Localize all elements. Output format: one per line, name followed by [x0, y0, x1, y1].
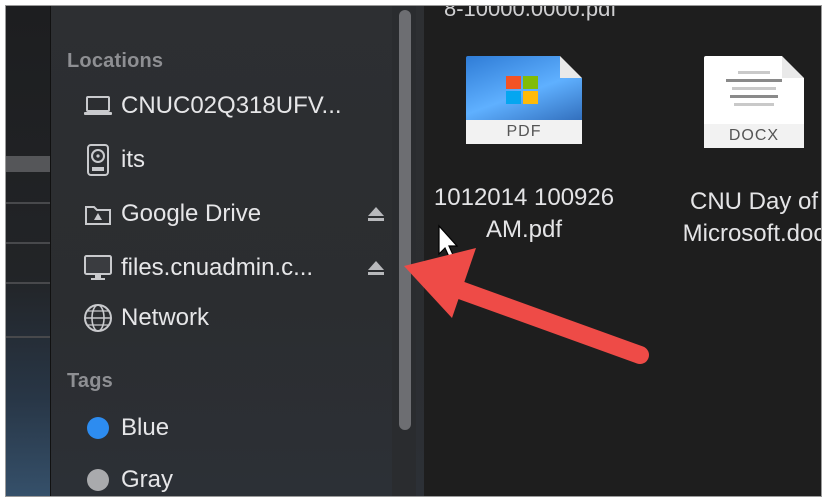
blue-tag-dot [87, 417, 109, 439]
internal-disk-icon [83, 144, 113, 176]
eject-google-drive-button[interactable] [367, 205, 385, 223]
laptop-icon [83, 91, 113, 121]
sidebar-item-label: CNUC02Q318UFV... [121, 92, 342, 119]
sidebar-item-files-server[interactable]: files.cnuadmin.c... [83, 250, 383, 286]
finder-sidebar: Locations CNUC02Q318UFV... its Google Dr… [51, 6, 424, 496]
sidebar-item-label: Network [121, 304, 210, 331]
sidebar-item-google-drive[interactable]: Google Drive [83, 196, 383, 232]
sidebar-scrollbar-thumb[interactable] [399, 10, 411, 430]
sidebar-tag-blue[interactable]: Blue [83, 410, 383, 446]
network-server-icon [83, 253, 113, 283]
locations-header: Locations [67, 50, 164, 72]
file-item-pdf[interactable]: PDF 1012014 100926 AM.pdf [424, 56, 624, 246]
desktop-background [6, 6, 51, 496]
sidebar-item-network[interactable]: Network [83, 300, 383, 336]
tags-header: Tags [67, 370, 113, 392]
file-type-badge: PDF [466, 120, 582, 144]
sidebar-item-computer[interactable]: CNUC02Q318UFV... [83, 88, 383, 124]
sidebar-item-label: files.cnuadmin.c... [121, 254, 314, 281]
gray-tag-dot [87, 469, 109, 491]
sidebar-item-label: Blue [121, 414, 170, 441]
sidebar-item-its[interactable]: its [83, 142, 383, 178]
pdf-thumbnail: PDF [466, 56, 582, 144]
eject-files-server-button[interactable] [367, 259, 385, 277]
file-item-docx[interactable]: DOCX CNU Day of Microsoft.doc [654, 56, 821, 250]
finder-window: Locations CNUC02Q318UFV... its Google Dr… [6, 6, 821, 496]
sidebar-tag-gray[interactable]: Gray [83, 462, 383, 496]
eject-icon [368, 261, 384, 270]
sidebar-item-label: its [121, 146, 145, 173]
docx-thumbnail: DOCX [704, 56, 804, 148]
eject-icon [368, 207, 384, 216]
partial-filename: 8-10000.0000.pdf [444, 6, 617, 21]
sidebar-item-label: Gray [121, 466, 174, 493]
globe-icon [83, 303, 113, 333]
windows-logo-icon [506, 76, 540, 106]
file-name: CNU Day of Microsoft.doc [682, 188, 821, 247]
file-name: 1012014 100926 AM.pdf [433, 184, 615, 243]
sidebar-item-label: Google Drive [121, 200, 262, 227]
file-type-badge: DOCX [704, 124, 804, 148]
drive-folder-icon [83, 199, 113, 229]
file-browser-content: 8-10000.0000.pdf PDF 1012014 100926 AM.p… [424, 6, 821, 496]
